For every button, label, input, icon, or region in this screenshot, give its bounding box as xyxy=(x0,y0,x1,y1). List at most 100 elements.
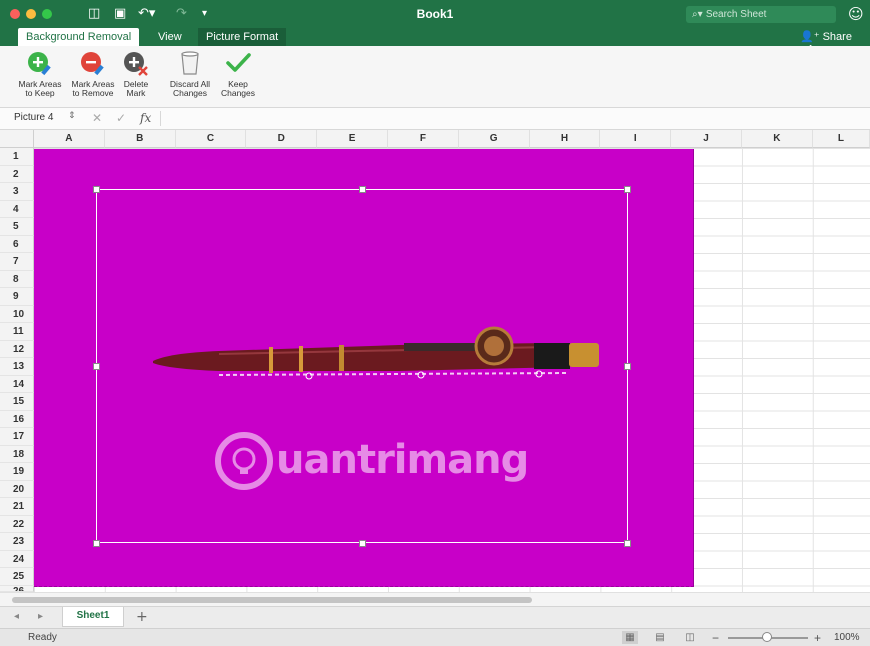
column-header-e[interactable]: E xyxy=(317,130,388,148)
column-header-a[interactable]: A xyxy=(34,130,105,148)
resize-handle-bottom-right[interactable] xyxy=(624,540,631,547)
row-header-13[interactable]: 13 xyxy=(0,358,34,376)
row-header-20[interactable]: 20 xyxy=(0,480,34,498)
row-header-17[interactable]: 17 xyxy=(0,428,34,446)
delete-mark-label-2: Mark xyxy=(126,88,146,98)
page-break-view-icon[interactable]: ◫ xyxy=(682,631,698,644)
name-box[interactable]: Picture 4 xyxy=(14,112,53,123)
search-sheet-input[interactable]: ⌕▾ Search Sheet xyxy=(686,6,836,23)
watermark-logo-icon xyxy=(215,432,273,490)
sidebar-toggle-icon[interactable]: ◫ xyxy=(88,6,100,22)
row-header-18[interactable]: 18 xyxy=(0,445,34,463)
row-header-1[interactable]: 1 xyxy=(0,148,34,166)
row-header-16[interactable]: 16 xyxy=(0,410,34,428)
row-header-22[interactable]: 22 xyxy=(0,515,34,533)
discard-label-2: Changes xyxy=(172,88,208,98)
column-header-i[interactable]: I xyxy=(600,130,672,148)
sheet-tabs-bar: ◂ ▸ Sheet1 + xyxy=(0,606,870,628)
discard-all-changes-button[interactable]: Discard All Changes xyxy=(164,50,216,98)
tab-view[interactable]: View xyxy=(150,28,190,46)
zoom-window-button[interactable] xyxy=(42,9,52,19)
column-header-k[interactable]: K xyxy=(742,130,813,148)
resize-handle-left[interactable] xyxy=(93,363,100,370)
resize-handle-bottom[interactable] xyxy=(359,540,366,547)
redo-icon[interactable]: ↷ xyxy=(176,6,187,22)
resize-handle-top[interactable] xyxy=(359,186,366,193)
row-header-23[interactable]: 23 xyxy=(0,533,34,551)
resize-handle-right[interactable] xyxy=(624,363,631,370)
formula-input[interactable] xyxy=(164,110,864,127)
search-icon: ⌕▾ xyxy=(692,9,706,20)
mark-areas-to-keep-button[interactable]: Mark Areas to Keep xyxy=(14,50,66,98)
resize-handle-bottom-left[interactable] xyxy=(93,540,100,547)
row-header-8[interactable]: 8 xyxy=(0,270,34,288)
zoom-in-button[interactable]: + xyxy=(814,631,821,645)
close-window-button[interactable] xyxy=(10,9,20,19)
ribbon-panel: Mark Areas to Keep Mark Areas to Remove … xyxy=(0,46,870,108)
resize-handle-top-left[interactable] xyxy=(93,186,100,193)
row-header-24[interactable]: 24 xyxy=(0,550,34,568)
row-header-19[interactable]: 19 xyxy=(0,463,34,481)
add-person-icon: 👤⁺ xyxy=(800,30,820,43)
row-header-11[interactable]: 11 xyxy=(0,323,34,341)
tab-background-removal[interactable]: Background Removal xyxy=(18,28,140,46)
save-icon[interactable]: ▣ xyxy=(114,6,126,22)
confirm-formula-icon[interactable]: ✓ xyxy=(116,111,126,125)
mark-remove-label-2: to Remove xyxy=(72,88,114,98)
row-header-2[interactable]: 2 xyxy=(0,165,34,183)
keep-label-2: Changes xyxy=(220,88,256,98)
row-header-25[interactable]: 25 xyxy=(0,568,34,586)
formula-divider xyxy=(160,111,161,126)
column-header-h[interactable]: H xyxy=(529,130,601,148)
undo-icon[interactable]: ↶▾ xyxy=(138,6,155,22)
horizontal-scrollbar[interactable] xyxy=(0,592,870,606)
delete-mark-button[interactable]: Delete Mark xyxy=(120,50,152,98)
column-header-f[interactable]: F xyxy=(388,130,459,148)
keep-changes-button[interactable]: Keep Changes xyxy=(216,50,260,98)
cancel-formula-icon[interactable]: ✕ xyxy=(92,111,102,125)
zoom-out-button[interactable]: − xyxy=(712,631,719,645)
minimize-window-button[interactable] xyxy=(26,9,36,19)
mark-areas-to-remove-button[interactable]: Mark Areas to Remove xyxy=(68,50,118,98)
row-header-5[interactable]: 5 xyxy=(0,218,34,236)
column-header-g[interactable]: G xyxy=(458,130,530,148)
function-icon[interactable]: fx xyxy=(140,111,151,125)
zoom-slider-knob[interactable] xyxy=(762,632,772,642)
check-icon xyxy=(226,53,251,72)
row-header-15[interactable]: 15 xyxy=(0,393,34,411)
select-all-corner[interactable] xyxy=(0,130,34,148)
scrollbar-thumb[interactable] xyxy=(12,597,532,603)
column-header-l[interactable]: L xyxy=(812,130,870,148)
resize-handle-top-right[interactable] xyxy=(624,186,631,193)
next-sheet-arrow-icon[interactable]: ▸ xyxy=(38,611,43,622)
name-box-stepper-icon[interactable]: ⇕ xyxy=(68,111,76,121)
prev-sheet-arrow-icon[interactable]: ◂ xyxy=(14,611,19,622)
column-header-d[interactable]: D xyxy=(246,130,318,148)
picture-4[interactable]: uantrimang xyxy=(34,149,694,587)
row-header-9[interactable]: 9 xyxy=(0,288,34,306)
row-header-26[interactable]: 26 xyxy=(0,585,34,592)
row-header-10[interactable]: 10 xyxy=(0,305,34,323)
column-header-c[interactable]: C xyxy=(175,130,247,148)
row-header-3[interactable]: 3 xyxy=(0,183,34,201)
column-header-b[interactable]: B xyxy=(104,130,176,148)
row-header-4[interactable]: 4 xyxy=(0,200,34,218)
row-header-12[interactable]: 12 xyxy=(0,340,34,358)
delete-mark-icon xyxy=(124,52,148,76)
watermark: uantrimang xyxy=(214,431,534,491)
feedback-smiley-icon[interactable]: ☺ xyxy=(848,5,864,23)
sheet-tab-sheet1[interactable]: Sheet1 xyxy=(62,607,124,627)
row-header-14[interactable]: 14 xyxy=(0,375,34,393)
customize-toolbar-icon[interactable]: ▾ xyxy=(202,6,207,22)
row-header-21[interactable]: 21 xyxy=(0,498,34,516)
normal-view-icon[interactable]: ▦ xyxy=(622,631,638,644)
row-header-6[interactable]: 6 xyxy=(0,235,34,253)
zoom-percent: 100% xyxy=(834,632,860,643)
minus-pen-icon xyxy=(81,52,104,76)
page-layout-view-icon[interactable]: ▤ xyxy=(652,631,668,644)
tab-picture-format[interactable]: Picture Format xyxy=(198,28,287,46)
add-sheet-icon[interactable]: + xyxy=(136,609,148,625)
row-header-7[interactable]: 7 xyxy=(0,253,34,271)
pen-image xyxy=(153,326,599,380)
column-header-j[interactable]: J xyxy=(671,130,742,148)
